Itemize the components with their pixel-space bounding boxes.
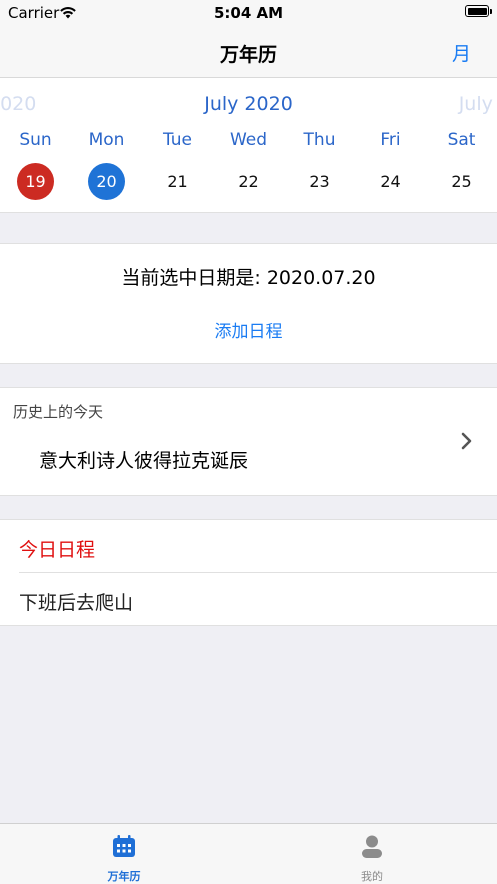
schedule-title: 今日日程: [19, 539, 96, 561]
weekday-label: Tue: [162, 130, 193, 150]
weekday-header: Sun Mon Tue Wed Thu Fri Sat: [0, 130, 497, 154]
weekday-label: Fri: [380, 130, 401, 150]
day-number: 19: [17, 162, 54, 200]
next-month-label[interactable]: July 2: [459, 93, 497, 115]
weekday-label: Thu: [303, 130, 336, 150]
tab-calendar[interactable]: 万年历: [0, 824, 248, 884]
weekday-label: Wed: [229, 130, 268, 150]
battery-icon: [465, 5, 492, 17]
weekday-label: Sat: [447, 130, 476, 150]
month-view-button[interactable]: 月: [452, 39, 471, 66]
tab-label: 万年历: [107, 870, 141, 883]
divider: [19, 572, 497, 573]
day-number: 21: [167, 171, 188, 191]
day-cell[interactable]: 22: [213, 162, 284, 200]
selected-date-text: 当前选中日期是: 2020.07.20: [121, 267, 376, 289]
day-cell[interactable]: 23: [284, 162, 355, 200]
history-today-section[interactable]: 历史上的今天 意大利诗人彼得拉克诞辰: [0, 387, 497, 496]
day-number: 20: [88, 162, 125, 200]
status-bar: Carrier 5:04 AM: [0, 0, 497, 26]
day-number: 25: [451, 171, 472, 191]
history-item: 意大利诗人彼得拉克诞辰: [39, 450, 249, 472]
tab-bar: 万年历 我的: [0, 823, 497, 884]
calendar-week-strip: 2020 July 2020 July 2 Sun Mon Tue Wed Th…: [0, 78, 497, 213]
navigation-bar: 万年历 月: [0, 26, 497, 78]
chevron-right-icon: [461, 432, 473, 454]
today-schedule-section: 今日日程 下班后去爬山: [0, 519, 497, 626]
add-schedule-button[interactable]: 添加日程: [0, 317, 497, 342]
day-number: 23: [309, 171, 330, 191]
selected-date-card: 当前选中日期是: 2020.07.20 添加日程: [0, 243, 497, 364]
status-time: 5:04 AM: [213, 4, 284, 22]
day-row: 19 20 21 22 23 24 25: [0, 162, 497, 200]
day-cell-today[interactable]: 19: [0, 162, 71, 200]
tab-label: 我的: [361, 870, 383, 883]
day-number: 22: [238, 171, 259, 191]
day-cell-selected[interactable]: 20: [71, 162, 142, 200]
current-month-label: July 2020: [204, 93, 293, 115]
schedule-item[interactable]: 下班后去爬山: [19, 588, 133, 615]
weekday-label: Mon: [88, 130, 125, 150]
day-cell[interactable]: 21: [142, 162, 213, 200]
person-icon: [360, 834, 384, 862]
day-cell[interactable]: 25: [426, 162, 497, 200]
day-number: 24: [380, 171, 401, 191]
history-heading: 历史上的今天: [13, 403, 104, 421]
day-cell[interactable]: 24: [355, 162, 426, 200]
weekday-label: Sun: [19, 130, 52, 150]
calendar-icon: [112, 834, 136, 862]
page-title: 万年历: [219, 44, 277, 66]
tab-mine[interactable]: 我的: [248, 824, 496, 884]
